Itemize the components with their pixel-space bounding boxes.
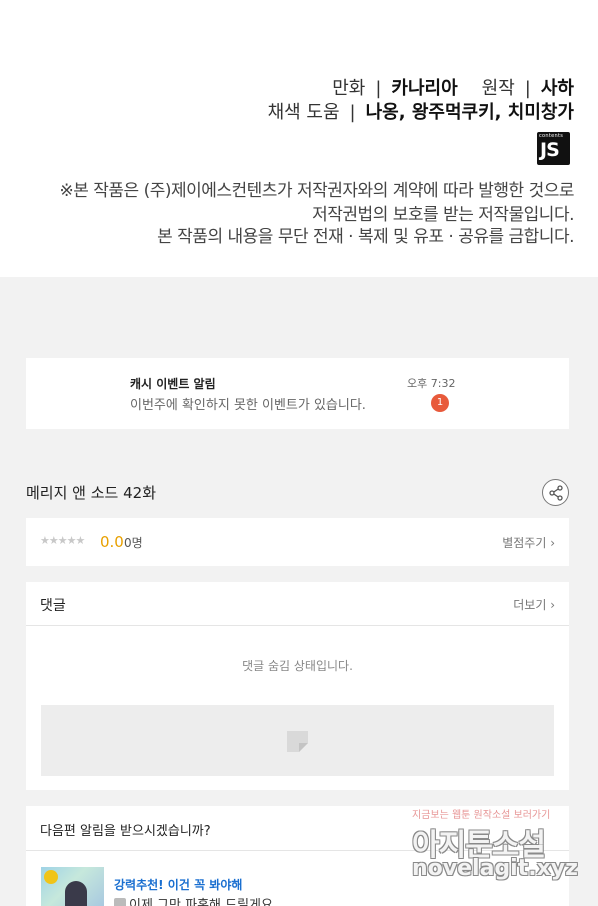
copyright-notice-line: 본 작품의 내용을 무단 전재 · 복제 및 유포 · 공유를 금합니다. (157, 227, 574, 247)
tag-icon (114, 898, 126, 906)
recommendation-subtitle[interactable]: 이제 그만 파혼해 드릴게요 (114, 894, 273, 906)
alert-title: 캐시 이벤트 알림 (130, 377, 216, 391)
separator: | (524, 78, 531, 99)
separator: | (349, 102, 356, 123)
recommendation-thumbnail[interactable] (41, 867, 104, 906)
comments-title: 댓글 (40, 598, 66, 614)
recommendation-subtitle-text: 이제 그만 파혼해 드릴게요 (129, 898, 273, 906)
assist-label: 채색 도움 (267, 102, 340, 123)
image-placeholder-icon (287, 731, 308, 752)
js-contents-logo: contents JS (537, 132, 570, 165)
comments-hidden-status: 댓글 숨김 상태입니다. (242, 659, 353, 673)
alert-description: 이번주에 확인하지 못한 이벤트가 있습니다. (130, 398, 366, 413)
event-alert-card[interactable]: 캐시 이벤트 알림 이번주에 확인하지 못한 이벤트가 있습니다. 오후 7:3… (26, 358, 569, 429)
copyright-notice-line: ※본 작품은 (주)제이에스컨텐츠가 저작권자와의 계약에 따라 발행한 것으로 (59, 181, 574, 201)
thumbnail-figure (65, 881, 87, 906)
clock-icon (44, 870, 58, 884)
assist-names: 나옹, 왕주먹쿠키, 치미창가 (365, 102, 574, 123)
separator: | (375, 78, 382, 99)
rating-score: 0.0 (100, 533, 124, 551)
share-button[interactable] (542, 479, 569, 506)
comments-header: 댓글 더보기 › (26, 582, 569, 626)
comments-more-button[interactable]: 더보기 › (513, 596, 555, 613)
rating-stars: ★★★★★ (40, 534, 85, 547)
ad-placeholder[interactable] (41, 705, 554, 776)
next-episode-question: 다음편 알림을 받으시겠습니까? (40, 824, 211, 839)
art-label: 만화 (332, 78, 366, 99)
alert-count-badge: 1 (431, 394, 449, 412)
credits-section: 만화 | 카나리아 원작 | 사하 채색 도움 | 나옹, 왕주먹쿠키, 치미창가 conte… (0, 0, 598, 277)
watermark: 지금보는 웹툰 원작소설 보러가기 아지툰소설 novelagit.xyz (410, 806, 598, 906)
rater-count: 0명 (124, 536, 143, 550)
episode-title: 메리지 앤 소드 42화 (26, 484, 156, 502)
recommendation-title[interactable]: 강력추천! 이건 꼭 봐야해 (114, 876, 242, 893)
rating-card: ★★★★★ 0.0 0명 별점주기 › (26, 518, 569, 566)
story-name: 사하 (540, 78, 574, 99)
credit-line-authors: 만화 | 카나리아 원작 | 사하 (332, 74, 574, 100)
share-icon (549, 485, 563, 501)
watermark-url: novelagit.xyz (412, 856, 578, 881)
logo-text: JS (540, 139, 560, 161)
rate-button[interactable]: 별점주기 › (502, 534, 555, 551)
credit-line-assist: 채색 도움 | 나옹, 왕주먹쿠키, 치미창가 (268, 98, 574, 124)
art-name: 카나리아 (391, 78, 458, 99)
watermark-tagline: 지금보는 웹툰 원작소설 보러가기 (412, 810, 551, 821)
comments-card: 댓글 더보기 › 댓글 숨김 상태입니다. (26, 582, 569, 790)
alert-time: 오후 7:32 (407, 377, 456, 390)
story-label: 원작 (481, 78, 515, 99)
